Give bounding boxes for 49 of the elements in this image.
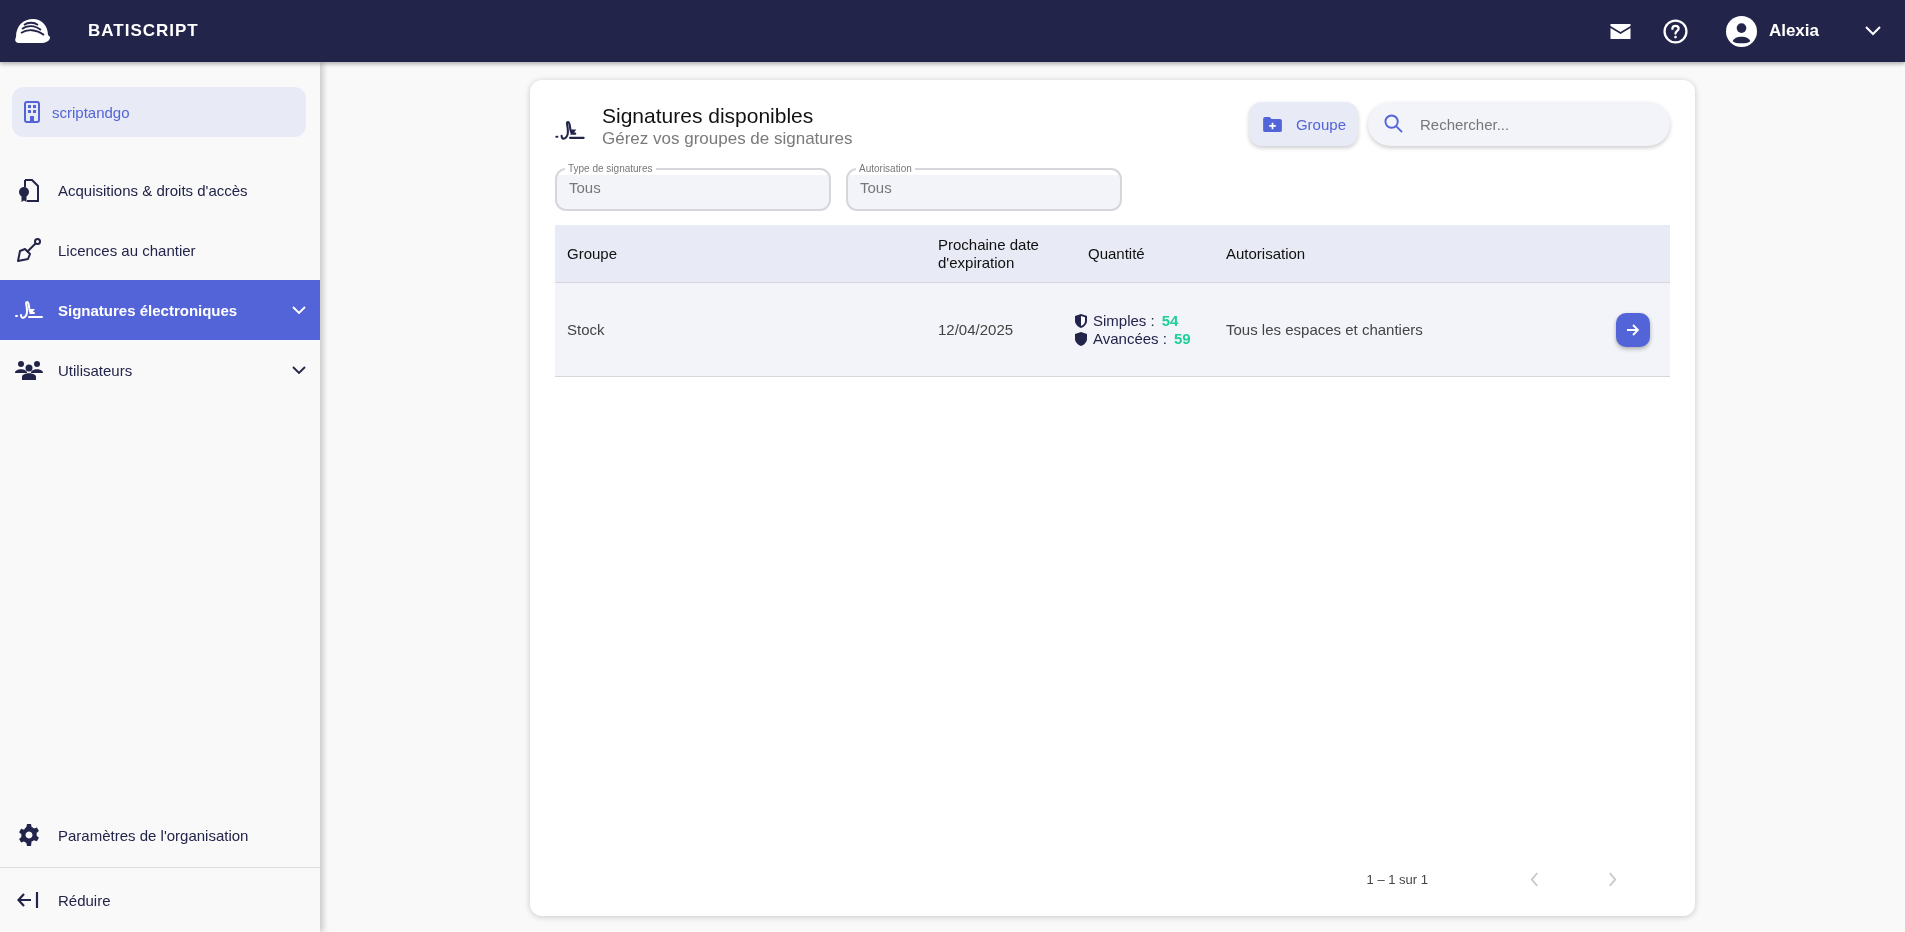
- collapse-link[interactable]: Réduire: [0, 870, 320, 930]
- column-header: Quantité: [1088, 244, 1146, 263]
- page-title: Signatures disponibles: [602, 104, 815, 128]
- signature-icon: [555, 120, 585, 141]
- add-group-button[interactable]: Groupe: [1248, 102, 1358, 146]
- field-value: Tous: [569, 179, 602, 197]
- signature-icon: [14, 300, 44, 320]
- pagination-range: 1 – 1 sur 1: [1366, 871, 1428, 887]
- column-header: Autorisation: [1226, 244, 1307, 263]
- quantity-value: 54: [1161, 312, 1179, 329]
- avatar-icon[interactable]: [1725, 15, 1757, 47]
- search-field[interactable]: Rechercher...: [1368, 102, 1670, 146]
- arrow-right-icon: [1626, 322, 1640, 337]
- settings-link[interactable]: Paramètres de l'organisation: [0, 805, 320, 865]
- quantity-label: Avancées :: [1093, 330, 1167, 347]
- column-header: Prochaine date d'expiration: [938, 235, 1040, 272]
- shield-icon: [1075, 331, 1087, 346]
- column-header: Groupe: [567, 244, 619, 263]
- mail-icon[interactable]: [1609, 23, 1631, 39]
- help-icon[interactable]: [1662, 18, 1688, 44]
- nav-item[interactable]: Licences au chantier: [0, 220, 320, 280]
- field-label: Autorisation: [858, 163, 913, 175]
- nav-item[interactable]: Acquisitions & droits d'accès: [0, 160, 320, 220]
- quantity-value: 59: [1173, 330, 1191, 347]
- chevron-down-icon[interactable]: [292, 366, 306, 374]
- shovel-icon: [14, 237, 44, 263]
- folder-plus-icon: [1262, 116, 1282, 132]
- filter-field[interactable]: Type de signatures Tous: [555, 163, 831, 211]
- table-row[interactable]: Stock 12/04/2025 Simples : 54 Avancées : 59 Tous les espaces et chantiers: [555, 283, 1670, 377]
- open-button[interactable]: [1616, 312, 1650, 347]
- chevron-right-icon: [1607, 871, 1617, 887]
- table-cell-text: Stock: [567, 321, 606, 338]
- users-icon: [14, 359, 44, 381]
- building-icon: [24, 101, 40, 123]
- organization-selector[interactable]: scriptandgo: [12, 87, 306, 137]
- quantity-label: Simples :: [1093, 312, 1155, 329]
- page-subtitle: Gérez vos groupes de signatures: [602, 129, 853, 149]
- nav-item[interactable]: Utilisateurs: [0, 340, 320, 400]
- user-name[interactable]: Alexia: [1768, 21, 1819, 41]
- search-icon: [1384, 114, 1403, 133]
- field-label: Type de signatures: [567, 163, 654, 175]
- nav-item[interactable]: Signatures électroniques: [0, 280, 320, 340]
- filter-field[interactable]: Autorisation Tous: [846, 163, 1122, 211]
- table-cell-text: Tous les espaces et chantiers: [1226, 321, 1424, 338]
- shield-half-icon: [1075, 313, 1087, 328]
- field-value: Tous: [860, 179, 893, 197]
- brand-name: BATISCRIPT: [88, 21, 199, 41]
- table-cell-text: 12/04/2025: [938, 321, 1015, 338]
- chevron-left-icon: [1529, 871, 1539, 887]
